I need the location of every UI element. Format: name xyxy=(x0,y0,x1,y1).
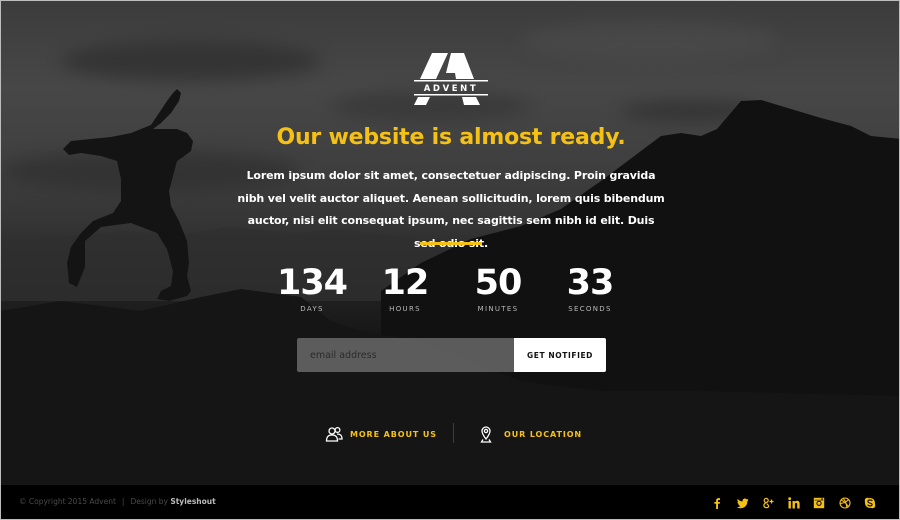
countdown-value: 33 xyxy=(566,263,615,303)
google-plus-link[interactable] xyxy=(756,494,782,512)
dribbble-icon xyxy=(839,497,851,509)
link-label: MORE ABOUT US xyxy=(350,429,437,439)
countdown-value: 12 xyxy=(381,263,430,303)
styleshout-link[interactable]: Styleshout xyxy=(170,497,215,506)
map-pin-icon xyxy=(480,426,492,443)
users-icon xyxy=(325,426,343,442)
social-links xyxy=(705,494,884,512)
countdown-minutes: 50 MINUTES xyxy=(452,263,544,313)
skype-link[interactable] xyxy=(858,494,884,512)
email-input[interactable] xyxy=(297,338,514,372)
countdown-value: 134 xyxy=(276,263,348,303)
countdown-label: DAYS xyxy=(300,305,324,313)
countdown-days: 134 DAYS xyxy=(266,263,358,313)
copyright: © Copyright 2015 Advent xyxy=(19,497,116,506)
instagram-icon xyxy=(814,497,825,509)
logo-text: ADVENT xyxy=(424,84,479,94)
countdown-seconds: 33 SECONDS xyxy=(544,263,636,313)
linkedin-icon xyxy=(788,497,800,509)
google-plus-icon xyxy=(763,497,774,509)
skype-icon xyxy=(865,497,876,509)
linkedin-link[interactable] xyxy=(781,494,807,512)
facebook-link[interactable] xyxy=(705,494,731,512)
countdown-hours: 12 HOURS xyxy=(359,263,451,313)
facebook-icon xyxy=(714,498,721,509)
accent-divider xyxy=(420,242,482,245)
copyright-text: © Copyright 2015 Advent | Design by Styles… xyxy=(19,497,216,506)
page-headline: Our website is almost ready. xyxy=(276,125,626,150)
twitter-icon xyxy=(736,498,749,509)
advent-logo[interactable]: ADVENT xyxy=(414,53,488,105)
link-label: OUR LOCATION xyxy=(504,429,583,439)
twitter-link[interactable] xyxy=(730,494,756,512)
notify-form: GET NOTIFIED xyxy=(297,338,606,372)
footer-separator: | xyxy=(121,497,125,506)
design-prefix: Design by xyxy=(130,497,168,506)
more-about-us-link[interactable]: MORE ABOUT US xyxy=(325,424,437,444)
countdown-label: SECONDS xyxy=(568,305,612,313)
page-frame: ADVENT Our website is almost ready. Lore… xyxy=(0,0,900,520)
instagram-link[interactable] xyxy=(807,494,833,512)
logo-mark-icon: ADVENT xyxy=(414,53,488,105)
links-separator xyxy=(453,423,454,443)
countdown-label: MINUTES xyxy=(477,305,519,313)
info-links: MORE ABOUT US OUR LOCATION xyxy=(1,424,899,444)
our-location-link[interactable]: OUR LOCATION xyxy=(479,424,582,444)
dribbble-link[interactable] xyxy=(832,494,858,512)
countdown-timer: 134 DAYS 12 HOURS 50 MINUTES 33 SECONDS xyxy=(266,263,636,323)
countdown-label: HOURS xyxy=(389,305,421,313)
countdown-value: 50 xyxy=(474,263,523,303)
footer: © Copyright 2015 Advent | Design by Styles… xyxy=(1,485,899,519)
get-notified-button[interactable]: GET NOTIFIED xyxy=(514,338,606,372)
